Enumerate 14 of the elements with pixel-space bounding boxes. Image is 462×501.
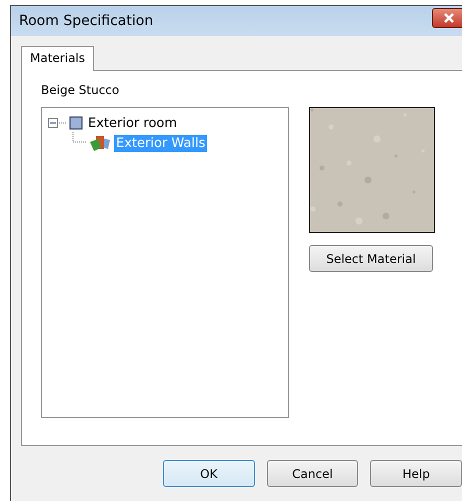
tab[interactable]: Materials [21, 46, 94, 71]
tree-view[interactable]: Exterior room Exterior Walls [41, 107, 289, 418]
dialog-button[interactable]: Cancel [266, 460, 358, 487]
material-name: Beige Stucco [41, 83, 120, 97]
tree-item[interactable]: Exterior room [86, 114, 180, 132]
close-icon [442, 12, 456, 24]
close-button[interactable] [432, 8, 462, 28]
collapse-icon[interactable] [48, 118, 66, 128]
square-icon [69, 116, 83, 130]
window-title: Room Specification [19, 13, 154, 29]
wall-samples-icon [89, 134, 111, 152]
select-material-button[interactable]: Select Material [309, 245, 433, 272]
dialog-button[interactable]: OK [163, 460, 255, 487]
dialog-button[interactable]: Help [370, 460, 462, 487]
